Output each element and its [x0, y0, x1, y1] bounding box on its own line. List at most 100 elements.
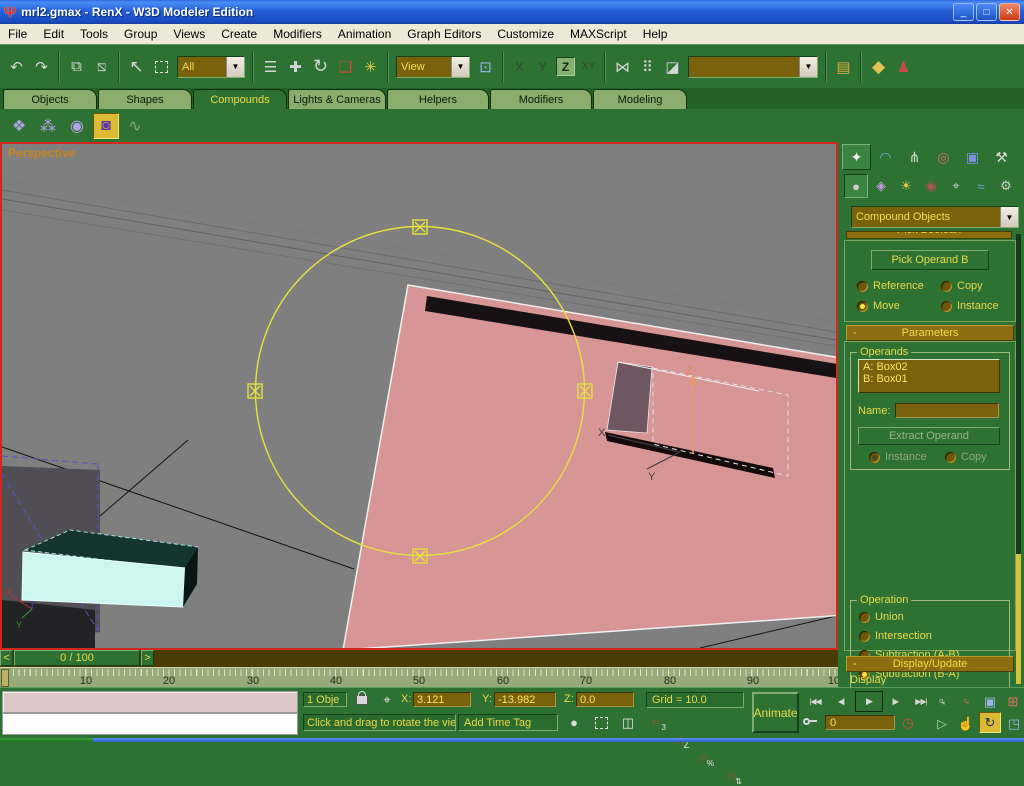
align-icon[interactable]: ◪ [660, 53, 685, 81]
radio-copy[interactable]: Copy [941, 280, 983, 292]
parameters-rollout-header[interactable]: - Parameters [846, 325, 1014, 341]
tab-lights-cameras[interactable]: Lights & Cameras [288, 89, 386, 109]
axis-xy-button[interactable]: XY [579, 57, 598, 76]
tab-modifiers[interactable]: Modifiers [490, 89, 592, 109]
play-button[interactable]: ▶ [855, 691, 883, 712]
tab-modeling[interactable]: Modeling [593, 89, 687, 109]
display-update-rollout-header[interactable]: - Display/Update [846, 656, 1014, 672]
degradation-override-button[interactable]: ◫ [616, 713, 640, 732]
utilities-tab-icon[interactable]: ⚒ [987, 144, 1016, 170]
radio-extract-copy[interactable]: Copy [945, 451, 987, 463]
menu-group[interactable]: Group [116, 27, 165, 41]
operand-b-item[interactable]: B: Box01 [863, 373, 995, 385]
material-editor-icon[interactable]: ◆ [866, 53, 891, 81]
add-time-tag-field[interactable]: Add Time Tag [458, 714, 558, 731]
menu-modifiers[interactable]: Modifiers [265, 27, 330, 41]
spinner-snap-button[interactable]: ∩ ⇅ [722, 768, 742, 786]
radio-extract-instance[interactable]: Instance [869, 451, 927, 463]
link-icon[interactable]: ⧉ [64, 53, 89, 81]
radio-reference-dot[interactable] [857, 281, 868, 292]
select-rotate-icon[interactable]: ↻ [308, 53, 333, 81]
mirror-icon[interactable]: ⋈ [610, 53, 635, 81]
menu-maxscript[interactable]: MAXScript [562, 27, 635, 41]
tab-compounds[interactable]: Compounds [193, 89, 287, 109]
array-icon[interactable]: ⠿ [635, 53, 660, 81]
selection-filter-dropdown[interactable]: All ▼ [177, 56, 245, 78]
field-of-view-button[interactable]: ▷ [931, 714, 953, 733]
menu-file[interactable]: File [0, 27, 35, 41]
named-selection-dropdown[interactable]: ▼ [688, 56, 818, 78]
menu-views[interactable]: Views [165, 27, 213, 41]
zoom-extents-button[interactable]: ▣ [979, 692, 1001, 711]
zoom-extents-all-button[interactable]: ⊞ [1002, 692, 1024, 711]
tab-shapes[interactable]: Shapes [98, 89, 192, 109]
arc-rotate-button[interactable]: ↻ [979, 712, 1001, 733]
schematic-view-icon[interactable]: ♟ [891, 53, 916, 81]
boolean-tool-icon[interactable]: ◙ [93, 113, 119, 139]
scatter-tool-icon[interactable]: ⁂ [35, 113, 61, 139]
y-coordinate-field[interactable]: -13.982 [494, 692, 556, 707]
maxscript-listener-macro[interactable] [2, 691, 298, 713]
unlink-icon[interactable]: ⧅ [89, 53, 114, 81]
menu-help[interactable]: Help [635, 27, 676, 41]
create-tab-icon[interactable]: ✦ [842, 144, 871, 170]
morph-tool-icon[interactable]: ❖ [6, 113, 32, 139]
tab-objects[interactable]: Objects [3, 89, 97, 109]
pick-boolean-rollout-header[interactable]: Pick Boolean [846, 231, 1012, 239]
radio-union[interactable]: Union [859, 611, 904, 623]
close-button[interactable]: ✕ [999, 3, 1020, 21]
helpers-icon[interactable]: ⌖ [944, 174, 968, 198]
modify-tab-icon[interactable]: ◠ [871, 144, 900, 170]
zoom-all-button[interactable]: ♀ [952, 687, 981, 716]
select-move-icon[interactable]: ✚ [283, 53, 308, 81]
viewport-label[interactable]: Perspective [8, 146, 75, 160]
maxscript-listener-input[interactable] [2, 713, 298, 735]
z-coordinate-field[interactable]: 0.0 [576, 692, 634, 707]
previous-frame-button[interactable]: < [0, 650, 13, 666]
manipulate-icon[interactable]: ✳ [358, 53, 383, 81]
radio-extract-instance-dot[interactable] [869, 452, 880, 463]
axis-y-button[interactable]: Y [533, 57, 552, 76]
operands-listbox[interactable]: A: Box02 B: Box01 [858, 359, 1000, 393]
coordsys-dropdown[interactable]: View ▼ [396, 56, 470, 78]
time-slider-handle[interactable] [1, 669, 9, 687]
panel-scrollbar-track[interactable] [1016, 234, 1021, 554]
menu-customize[interactable]: Customize [489, 27, 562, 41]
radio-instance[interactable]: Instance [941, 300, 999, 312]
x-coordinate-field[interactable]: 3.121 [413, 692, 471, 707]
menu-tools[interactable]: Tools [72, 27, 116, 41]
connect-tool-icon[interactable]: ◉ [64, 113, 90, 139]
next-frame-button[interactable]: > [141, 650, 154, 666]
absolute-mode-button[interactable]: ⌖ [377, 691, 397, 708]
radio-intersection-dot[interactable] [859, 631, 870, 642]
maximize-button[interactable]: □ [976, 3, 997, 21]
use-center-icon[interactable]: ⊡ [473, 53, 498, 81]
animate-button[interactable]: Animate [752, 692, 799, 733]
time-configuration-button[interactable]: ◷ [898, 714, 918, 732]
operand-a-item[interactable]: A: Box02 [863, 361, 995, 373]
radio-intersection[interactable]: Intersection [859, 630, 932, 642]
panel-scrollbar-thumb[interactable] [1016, 554, 1021, 684]
previous-frame-playback-button[interactable]: ◀| [829, 692, 853, 710]
selection-region-icon[interactable] [149, 53, 174, 81]
cameras-icon[interactable]: ◉ [919, 174, 943, 198]
select-by-name-icon[interactable]: ☰ [258, 53, 283, 81]
pan-button[interactable]: ☝ [955, 714, 977, 733]
tab-helpers[interactable]: Helpers [387, 89, 489, 109]
menu-graph-editors[interactable]: Graph Editors [399, 27, 489, 41]
track-view-icon[interactable]: ▤ [831, 53, 856, 81]
current-frame-field[interactable]: 0 [825, 715, 895, 730]
pick-operand-b-button[interactable]: Pick Operand B [871, 250, 989, 270]
shapes-icon[interactable]: ◈ [869, 174, 893, 198]
go-to-start-button[interactable]: |◀◀ [803, 692, 827, 710]
redo-icon[interactable]: ↷ [29, 53, 54, 81]
track-bar-ruler[interactable]: 10 20 30 40 50 60 70 80 90 100 [0, 667, 838, 688]
hierarchy-tab-icon[interactable]: ⋔ [900, 144, 929, 170]
shaded-view-button[interactable]: ● [562, 713, 586, 732]
min-max-toggle-button[interactable]: ◳ [1003, 714, 1024, 733]
radio-move[interactable]: Move [857, 300, 900, 312]
percent-snap-button[interactable]: ∩ % [694, 750, 714, 768]
loft-tool-icon[interactable]: ∿ [122, 113, 148, 139]
extract-operand-button[interactable]: Extract Operand [858, 427, 1000, 445]
radio-union-dot[interactable] [859, 612, 870, 623]
